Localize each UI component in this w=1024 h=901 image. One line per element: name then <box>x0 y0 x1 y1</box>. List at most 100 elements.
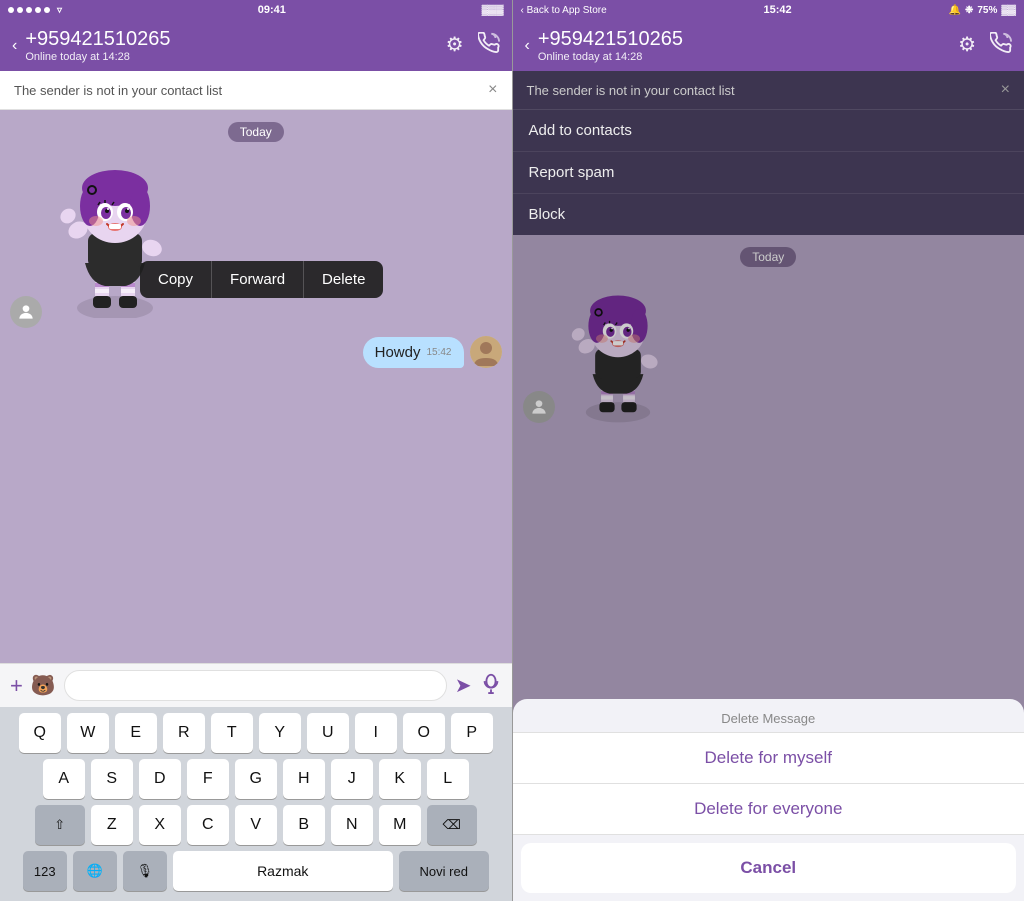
notification-text-left: The sender is not in your contact list <box>14 83 222 98</box>
delete-dialog-title: Delete Message <box>513 699 1024 733</box>
outgoing-text: Howdy <box>375 344 421 361</box>
contact-info-right: +959421510265 Online today at 14:28 <box>538 28 950 63</box>
mic-button[interactable] <box>480 672 502 700</box>
context-menu: Copy Forward Delete <box>140 261 383 298</box>
key-T[interactable]: T <box>211 713 253 753</box>
phone-number-left: +959421510265 <box>25 28 437 51</box>
key-F[interactable]: F <box>187 759 229 799</box>
key-S[interactable]: S <box>91 759 133 799</box>
status-icons-right: 🔔 ❉ 75% ▓▓ <box>949 5 1016 16</box>
notification-dropdown: The sender is not in your contact list ×… <box>513 71 1024 235</box>
globe-key[interactable]: 🌐 <box>73 851 117 891</box>
settings-icon-left[interactable]: ⚙ <box>446 32 464 60</box>
cancel-button[interactable]: Cancel <box>521 843 1017 893</box>
key-L[interactable]: L <box>427 759 469 799</box>
return-key[interactable]: Novi red <box>399 851 489 891</box>
wifi-icon: ▿ <box>57 5 62 16</box>
add-contacts-item[interactable]: Add to contacts <box>513 110 1024 152</box>
chat-area-left: Today <box>0 110 512 663</box>
key-H[interactable]: H <box>283 759 325 799</box>
delete-button[interactable]: Delete <box>304 261 383 298</box>
status-bar-left: ▿ 09:41 ▓▓▓ <box>0 0 512 20</box>
call-icon-right[interactable] <box>990 32 1012 60</box>
outgoing-message-row: Howdy 15:42 <box>0 332 512 372</box>
incoming-message-row: Copy Forward Delete <box>0 154 512 332</box>
battery-area: ▓▓▓ <box>482 5 504 16</box>
date-badge-left: Today <box>0 110 512 154</box>
key-X[interactable]: X <box>139 805 181 845</box>
notification-text-right: The sender is not in your contact list <box>527 83 735 98</box>
battery-bar-right: ▓▓ <box>1001 5 1016 16</box>
key-J[interactable]: J <box>331 759 373 799</box>
delete-for-everyone-button[interactable]: Delete for everyone <box>513 784 1024 835</box>
back-to-store-text[interactable]: ‹ Back to App Store <box>521 5 607 16</box>
key-M[interactable]: M <box>379 805 421 845</box>
right-panel: ‹ Back to App Store 15:42 🔔 ❉ 75% ▓▓ ‹ +… <box>513 0 1024 901</box>
back-arrow-right: ‹ <box>525 37 530 55</box>
copy-button[interactable]: Copy <box>140 261 212 298</box>
key-V[interactable]: V <box>235 805 277 845</box>
dot5 <box>44 7 50 13</box>
online-status-left: Online today at 14:28 <box>25 51 437 63</box>
notification-close-right[interactable]: × <box>1001 81 1010 99</box>
bluetooth-icon: ❉ <box>965 5 973 16</box>
key-B[interactable]: B <box>283 805 325 845</box>
report-spam-item[interactable]: Report spam <box>513 152 1024 194</box>
input-area: + 🐻 ➤ <box>0 663 512 707</box>
call-icon-left[interactable] <box>478 32 500 60</box>
phone-number-right: +959421510265 <box>538 28 950 51</box>
back-button-right[interactable]: ‹ <box>525 37 530 55</box>
outgoing-bubble: Howdy 15:42 <box>363 337 464 368</box>
delete-for-myself-button[interactable]: Delete for myself <box>513 733 1024 784</box>
settings-icon-right[interactable]: ⚙ <box>958 32 976 60</box>
key-I[interactable]: I <box>355 713 397 753</box>
online-status-right: Online today at 14:28 <box>538 51 950 63</box>
back-button-left[interactable]: ‹ <box>12 37 17 55</box>
notification-bar-left: The sender is not in your contact list × <box>0 71 512 110</box>
key-N[interactable]: N <box>331 805 373 845</box>
header-left: ‹ +959421510265 Online today at 14:28 ⚙ <box>0 20 512 71</box>
left-panel: ▿ 09:41 ▓▓▓ ‹ +959421510265 Online today… <box>0 0 512 901</box>
key-Z[interactable]: Z <box>91 805 133 845</box>
key-R[interactable]: R <box>163 713 205 753</box>
key-C[interactable]: C <box>187 805 229 845</box>
add-button[interactable]: + <box>10 673 23 699</box>
key-D[interactable]: D <box>139 759 181 799</box>
status-bar-right: ‹ Back to App Store 15:42 🔔 ❉ 75% ▓▓ <box>513 0 1024 20</box>
delete-dialog: Delete Message Delete for myself Delete … <box>513 699 1024 901</box>
key-Q[interactable]: Q <box>19 713 61 753</box>
sticker-message: Copy Forward Delete <box>50 158 190 328</box>
block-item[interactable]: Block <box>513 194 1024 235</box>
key-P[interactable]: P <box>451 713 493 753</box>
outgoing-avatar <box>470 336 502 368</box>
date-label-left: Today <box>228 122 284 142</box>
space-key[interactable]: Razmak <box>173 851 393 891</box>
dot1 <box>8 7 14 13</box>
key-E[interactable]: E <box>115 713 157 753</box>
time-right: 15:42 <box>764 4 792 16</box>
message-input[interactable] <box>64 670 447 701</box>
send-button[interactable]: ➤ <box>455 673 472 698</box>
header-actions-left: ⚙ <box>446 32 500 60</box>
forward-button[interactable]: Forward <box>212 261 304 298</box>
battery-right: 75% <box>977 5 997 16</box>
keyboard-mic-key[interactable]: 🎙 <box>123 851 167 891</box>
dot4 <box>35 7 41 13</box>
header-actions-right: ⚙ <box>958 32 1012 60</box>
notification-close-left[interactable]: × <box>488 81 497 99</box>
battery-icon-left: ▓▓▓ <box>482 5 504 16</box>
key-K[interactable]: K <box>379 759 421 799</box>
key-U[interactable]: U <box>307 713 349 753</box>
key-O[interactable]: O <box>403 713 445 753</box>
key-Y[interactable]: Y <box>259 713 301 753</box>
chat-area-right: Today <box>513 235 1024 901</box>
key-G[interactable]: G <box>235 759 277 799</box>
keyboard: Q W E R T Y U I O P A S D F G H J K L ⇧ … <box>0 707 512 901</box>
key-W[interactable]: W <box>67 713 109 753</box>
keyboard-row-1: Q W E R T Y U I O P <box>4 713 508 753</box>
delete-key[interactable]: ⌫ <box>427 805 477 845</box>
key-A[interactable]: A <box>43 759 85 799</box>
num-key[interactable]: 123 <box>23 851 67 891</box>
sticker-button[interactable]: 🐻 <box>31 673 56 698</box>
shift-key[interactable]: ⇧ <box>35 805 85 845</box>
